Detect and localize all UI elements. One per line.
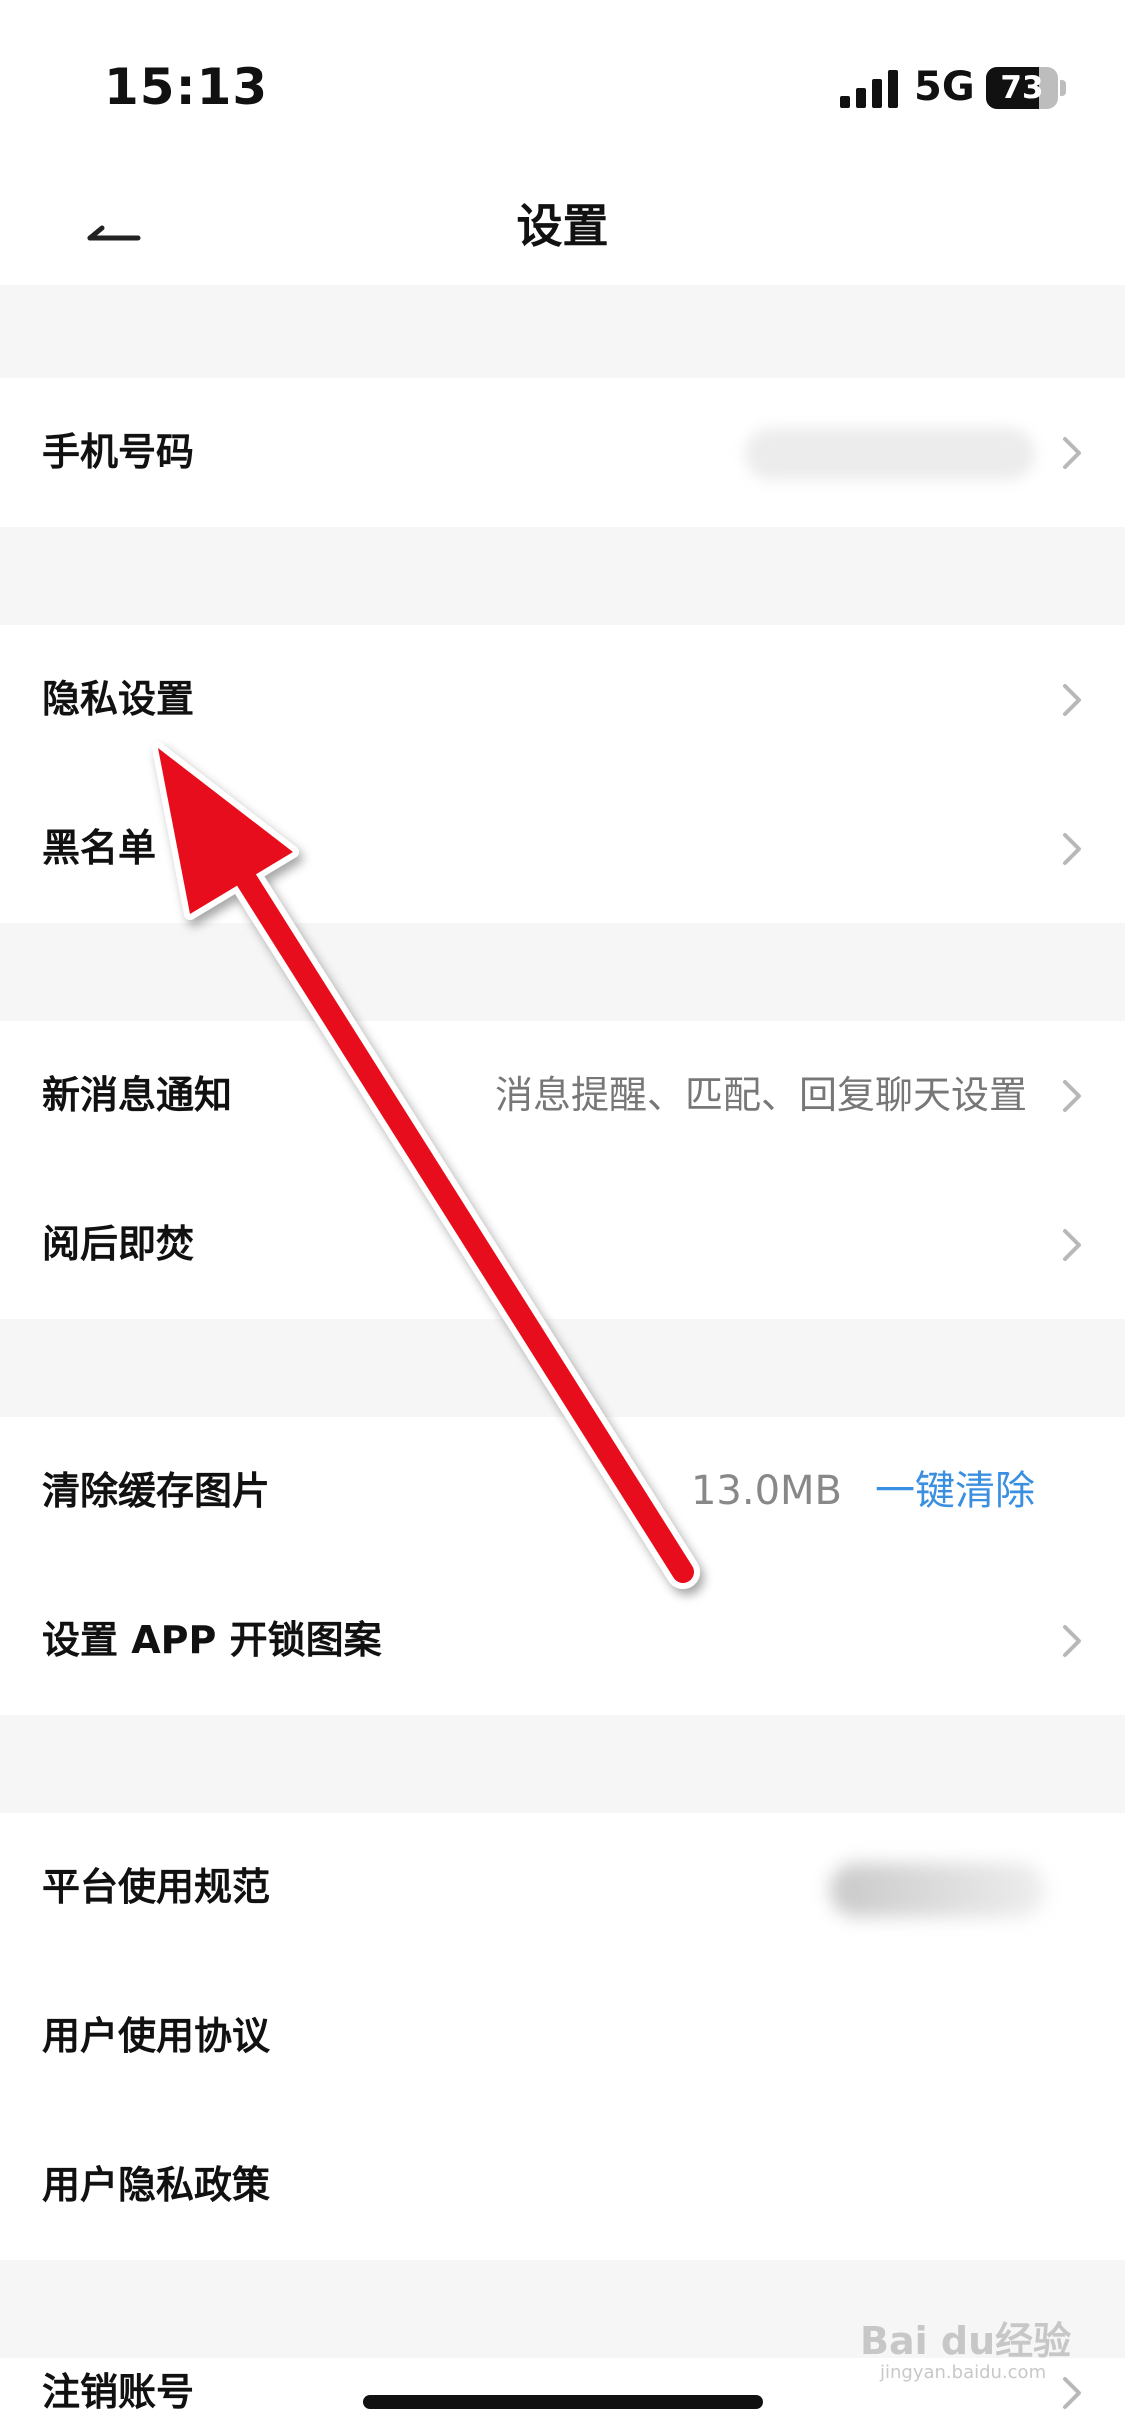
network-type: 5G	[914, 64, 975, 110]
user-agreement-row[interactable]: 用户使用协议	[0, 1962, 1125, 2111]
new-message-notification-label: 新消息通知	[42, 1073, 233, 1117]
app-lock-pattern-row[interactable]: 设置 APP 开锁图案	[0, 1566, 1125, 1715]
legal-group: 平台使用规范 用户使用协议 用户隐私政策	[0, 1813, 1125, 2260]
baidu-watermark: Bai du经验 jingyan.baidu.com	[860, 2310, 1090, 2400]
platform-norms-row[interactable]: 平台使用规范	[0, 1813, 1125, 1962]
nav-bar: 设置	[0, 160, 1125, 285]
cache-size: 13.0MB	[690, 1468, 842, 1514]
clear-cache-button[interactable]: 一键清除	[875, 1417, 1035, 1566]
chevron-right-icon	[1063, 684, 1081, 716]
privacy-settings-label: 隐私设置	[42, 677, 195, 721]
blurred-phone-value	[745, 428, 1035, 480]
chevron-right-icon	[1063, 1080, 1081, 1112]
home-indicator[interactable]	[363, 2395, 763, 2409]
battery-percent: 73	[1000, 70, 1044, 106]
blacklist-label: 黑名单	[42, 826, 157, 870]
privacy-group: 隐私设置 黑名单	[0, 625, 1125, 923]
privacy-policy-label: 用户隐私政策	[42, 2163, 271, 2207]
chevron-right-icon	[1063, 1229, 1081, 1261]
page-title: 设置	[516, 199, 609, 253]
burn-after-reading-row[interactable]: 阅后即焚	[0, 1170, 1125, 1319]
storage-group: 清除缓存图片 13.0MB 一键清除 设置 APP 开锁图案	[0, 1417, 1125, 1715]
privacy-policy-row[interactable]: 用户隐私政策	[0, 2111, 1125, 2260]
cellular-signal-icon	[840, 70, 898, 108]
status-time: 15:13	[104, 58, 269, 116]
notification-group: 新消息通知 消息提醒、匹配、回复聊天设置 阅后即焚	[0, 1021, 1125, 1319]
app-lock-pattern-label: 设置 APP 开锁图案	[42, 1618, 382, 1662]
privacy-settings-row[interactable]: 隐私设置	[0, 625, 1125, 774]
clear-cache-row: 清除缓存图片 13.0MB 一键清除	[0, 1417, 1125, 1566]
chevron-right-icon	[1063, 1625, 1081, 1657]
chevron-right-icon	[1063, 833, 1081, 865]
phone-number-row[interactable]: 手机号码	[0, 378, 1125, 527]
cancel-account-label: 注销账号	[42, 2370, 195, 2414]
platform-norms-label: 平台使用规范	[42, 1865, 271, 1909]
watermark-logo-text: Bai du经验	[860, 2319, 1072, 2363]
status-bar: 15:13 5G 73	[0, 0, 1125, 160]
new-message-notification-row[interactable]: 新消息通知 消息提醒、匹配、回复聊天设置	[0, 1021, 1125, 1170]
blacklist-row[interactable]: 黑名单	[0, 774, 1125, 923]
battery-icon: 73	[986, 67, 1066, 109]
chevron-right-icon	[1063, 437, 1081, 469]
notification-summary: 消息提醒、匹配、回复聊天设置	[494, 1073, 1027, 1117]
user-agreement-label: 用户使用协议	[42, 2014, 271, 2058]
clear-cache-label: 清除缓存图片	[42, 1469, 271, 1513]
watermark-url: jingyan.baidu.com	[880, 2362, 1047, 2383]
phone-number-label: 手机号码	[42, 430, 195, 474]
account-group: 手机号码	[0, 378, 1125, 527]
burn-after-reading-label: 阅后即焚	[42, 1222, 195, 1266]
blurred-badge	[830, 1863, 1045, 1917]
